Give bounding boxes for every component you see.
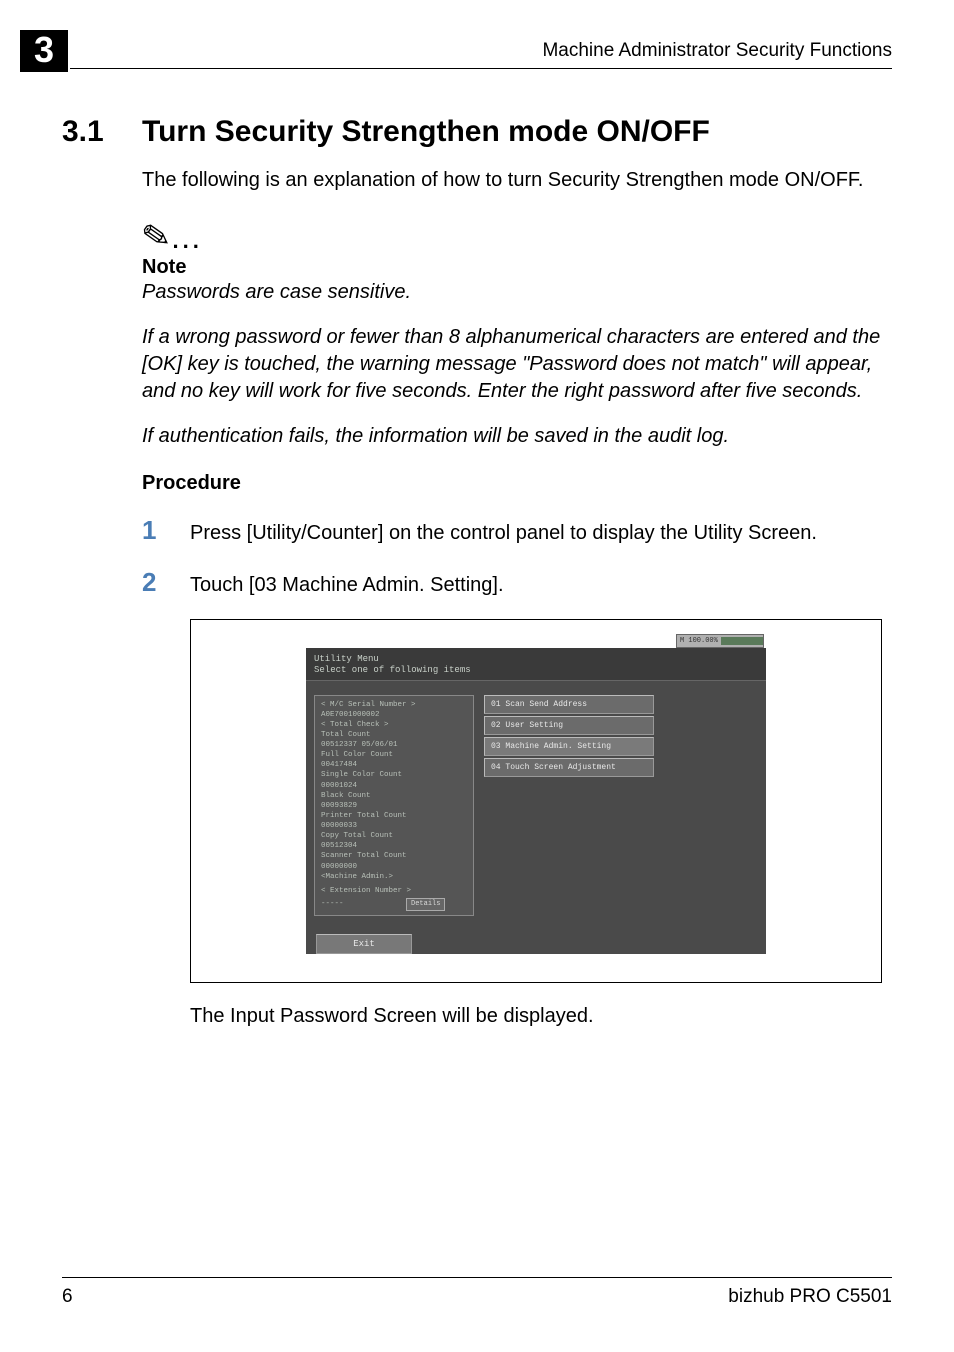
model-name: bizhub PRO C5501	[728, 1286, 892, 1308]
section-number: 3.1	[62, 115, 142, 149]
pencil-icon: ✎	[139, 218, 173, 256]
info-line: < Total Check >	[321, 720, 467, 730]
page-header: Machine Administrator Security Functions	[70, 40, 892, 69]
page-footer: 6 bizhub PRO C5501	[62, 1277, 892, 1308]
info-line: < Extension Number >	[321, 886, 467, 896]
details-button[interactable]: Details	[406, 898, 445, 911]
note-block: ✎... Note Passwords are case sensitive. …	[142, 220, 892, 450]
info-line: Total Count	[321, 730, 467, 740]
procedure-heading: Procedure	[142, 472, 892, 495]
step-1: 1 Press [Utility/Counter] on the control…	[142, 515, 892, 547]
info-line: 00417484	[321, 760, 467, 770]
utility-screen: M 100.00% Utility Menu Select one of fol…	[306, 648, 766, 954]
chapter-number-tab: 3	[20, 30, 68, 72]
step-text: Press [Utility/Counter] on the control p…	[190, 520, 817, 547]
intro-paragraph: The following is an explanation of how t…	[142, 167, 892, 194]
info-line: 00001024	[321, 781, 467, 791]
note-paragraph-2: If a wrong password or fewer than 8 alph…	[142, 324, 892, 405]
note-paragraph-3: If authentication fails, the information…	[142, 423, 892, 450]
info-line: A0E7001000002	[321, 710, 467, 720]
page-number: 6	[62, 1286, 73, 1308]
memory-bar	[721, 637, 763, 645]
info-line: -----	[321, 900, 344, 908]
menu-scan-send-address[interactable]: 01 Scan Send Address	[484, 695, 654, 714]
note-dots: ...	[173, 228, 203, 253]
screenshot-frame: M 100.00% Utility Menu Select one of fol…	[190, 619, 882, 983]
memory-label: M 100.00%	[680, 637, 718, 645]
note-label: Note	[142, 256, 892, 279]
step-text: Touch [03 Machine Admin. Setting].	[190, 572, 504, 599]
info-line: <Machine Admin.>	[321, 872, 467, 882]
info-line: Printer Total Count	[321, 811, 467, 821]
section-title: Turn Security Strengthen mode ON/OFF	[142, 115, 710, 149]
utility-title: Utility Menu	[314, 654, 758, 665]
machine-info-panel: < M/C Serial Number > A0E7001000002 < To…	[314, 695, 474, 917]
info-line: Scanner Total Count	[321, 851, 467, 861]
menu-user-setting[interactable]: 02 User Setting	[484, 716, 654, 735]
step-2: 2 Touch [03 Machine Admin. Setting].	[142, 567, 892, 599]
result-paragraph: The Input Password Screen will be displa…	[190, 1005, 892, 1028]
info-line: 00000033	[321, 821, 467, 831]
note-paragraph-1: Passwords are case sensitive.	[142, 279, 892, 306]
exit-button[interactable]: Exit	[316, 934, 412, 954]
menu-column: 01 Scan Send Address 02 User Setting 03 …	[474, 695, 758, 917]
info-line: Black Count	[321, 791, 467, 801]
memory-indicator: M 100.00%	[676, 634, 764, 648]
utility-subtitle: Select one of following items	[314, 665, 758, 676]
info-line: Full Color Count	[321, 750, 467, 760]
info-line: Copy Total Count	[321, 831, 467, 841]
step-number: 2	[142, 567, 190, 598]
info-line: 00512304	[321, 841, 467, 851]
info-line: < M/C Serial Number >	[321, 700, 467, 710]
menu-touch-screen-adjustment[interactable]: 04 Touch Screen Adjustment	[484, 758, 654, 777]
info-line: 00093829	[321, 801, 467, 811]
info-line: Single Color Count	[321, 770, 467, 780]
info-line: 00512337 05/06/01	[321, 740, 467, 750]
menu-machine-admin-setting[interactable]: 03 Machine Admin. Setting	[484, 737, 654, 756]
info-line: 00000000	[321, 862, 467, 872]
utility-header: Utility Menu Select one of following ite…	[306, 648, 766, 681]
step-number: 1	[142, 515, 190, 546]
